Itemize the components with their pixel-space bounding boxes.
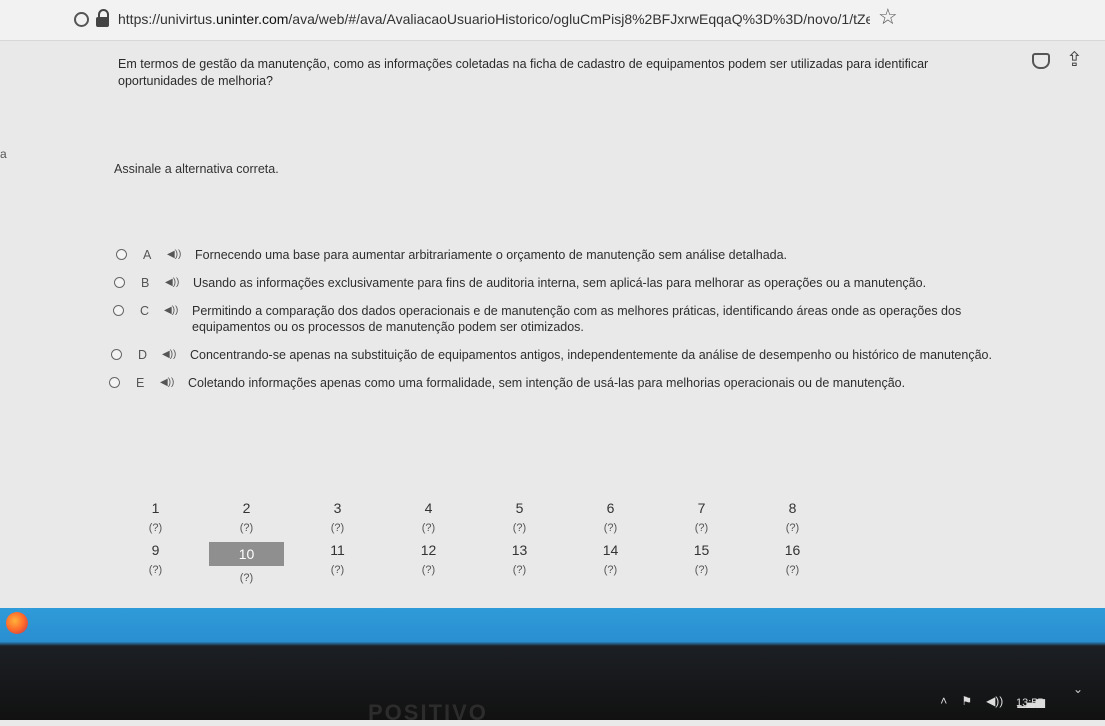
question-number: 6 xyxy=(606,500,615,516)
taskbar xyxy=(0,608,1105,720)
option-d[interactable]: D ◀)) Concentrando-se apenas na substitu… xyxy=(111,347,1036,363)
question-nav-item[interactable]: 14 (?) xyxy=(565,542,656,580)
question-status: (?) xyxy=(148,522,163,534)
chevron-down-icon[interactable]: ⌄ xyxy=(1073,682,1083,696)
question-nav-item[interactable]: 15 (?) xyxy=(656,542,747,580)
lock-icon[interactable] xyxy=(96,9,110,27)
question-nav-item[interactable]: 1 (?) xyxy=(110,500,201,538)
question-nav-item[interactable]: 16 (?) xyxy=(747,542,838,580)
question-nav-item[interactable]: 6 (?) xyxy=(565,500,656,538)
question-number: 14 xyxy=(602,542,619,558)
question-number: 8 xyxy=(788,500,797,516)
question-status: (?) xyxy=(421,564,436,576)
question-number: 15 xyxy=(693,542,710,558)
option-letter: E xyxy=(136,376,145,390)
option-letter: D xyxy=(138,348,148,362)
question-nav-item[interactable]: 9 (?) xyxy=(110,542,201,580)
firefox-icon[interactable] xyxy=(6,612,28,634)
question-nav-item[interactable]: 8 (?) xyxy=(747,500,838,538)
question-number: 16 xyxy=(784,542,801,558)
question-status: (?) xyxy=(694,522,709,534)
option-text: Usando as informações exclusivamente par… xyxy=(193,276,927,290)
question-status: (?) xyxy=(694,564,709,576)
question-status: (?) xyxy=(148,564,163,576)
question-nav-item[interactable]: 7 (?) xyxy=(656,500,747,538)
question-number: 7 xyxy=(697,500,706,516)
question-text: Em termos de gestão da manutenção, como … xyxy=(118,57,929,88)
option-a[interactable]: A ◀)) Fornecendo uma base para aumentar … xyxy=(116,247,1036,263)
question-status: (?) xyxy=(512,522,527,534)
option-text: Fornecendo uma base para aumentar arbitr… xyxy=(195,248,788,262)
url-host: uninter.com xyxy=(216,11,289,27)
question-status: (?) xyxy=(239,522,254,534)
pocket-icon[interactable] xyxy=(1032,53,1050,69)
speaker-icon[interactable]: ◀)) xyxy=(162,347,190,363)
question-nav-item[interactable]: 2 (?) xyxy=(201,500,292,538)
url-path: /ava/web/#/ava/AvaliacaoUsuarioHistorico… xyxy=(288,11,870,27)
option-c[interactable]: C ◀)) Permitindo a comparação dos dados … xyxy=(113,303,1036,335)
option-text: Permitindo a comparação dos dados operac… xyxy=(192,304,962,334)
option-e[interactable]: E ◀)) Coletando informações apenas como … xyxy=(109,375,1036,391)
address-bar[interactable]: https://univirtus.uninter.com/ava/web/#/… xyxy=(118,11,870,27)
speaker-icon[interactable]: ◀)) xyxy=(160,375,188,391)
question-navigator: 1 (?) 2 (?) 3 (?) 4 (?) 5 (?) 6 (?) 7 (?) 8 (?) … xyxy=(110,500,838,584)
browser-toolbar: https://univirtus.uninter.com/ava/web/#/… xyxy=(0,0,1105,41)
question-number: 4 xyxy=(424,500,433,516)
speaker-icon[interactable]: ◀)) xyxy=(167,247,195,263)
question-status: (?) xyxy=(421,522,436,534)
question-status: (?) xyxy=(785,522,800,534)
chevron-up-icon[interactable]: ˄ xyxy=(940,694,947,708)
question-status: (?) xyxy=(603,564,618,576)
question-status: (?) xyxy=(330,522,345,534)
site-info-icon[interactable] xyxy=(74,12,89,27)
radio-button[interactable] xyxy=(111,349,122,360)
bookmark-star-icon[interactable]: ☆ xyxy=(878,4,898,30)
question-nav-item[interactable]: 13 (?) xyxy=(474,542,565,580)
radio-button[interactable] xyxy=(113,305,124,316)
question-status: (?) xyxy=(603,522,618,534)
laptop-brand: POSITIVO xyxy=(368,700,488,725)
question-number: 12 xyxy=(420,542,437,558)
url-prefix: https://univirtus. xyxy=(118,11,217,27)
option-letter: A xyxy=(143,248,152,262)
option-letter: B xyxy=(141,276,150,290)
question-number: 2 xyxy=(242,500,251,516)
question-number: 1 xyxy=(151,500,160,516)
question-number: 5 xyxy=(515,500,524,516)
option-letter: C xyxy=(140,304,150,318)
extension-icon[interactable]: ⇪ xyxy=(1066,47,1083,72)
question-number: 9 xyxy=(151,542,160,558)
clock[interactable]: 13:55 xyxy=(1016,697,1044,709)
radio-button[interactable] xyxy=(114,277,125,288)
flag-icon[interactable]: ⚑ xyxy=(961,694,972,708)
option-text: Concentrando-se apenas na substituição d… xyxy=(190,348,992,362)
question-nav-item[interactable]: 12 (?) xyxy=(383,542,474,580)
option-b[interactable]: B ◀)) Usando as informações exclusivamen… xyxy=(114,275,1036,291)
question-nav-item-current[interactable]: 10 (?) xyxy=(201,542,292,584)
question-status: (?) xyxy=(512,564,527,576)
question-status: (?) xyxy=(239,572,254,584)
speaker-icon[interactable]: ◀)) xyxy=(164,303,192,319)
question-nav-item[interactable]: 5 (?) xyxy=(474,500,565,538)
radio-button[interactable] xyxy=(109,377,120,388)
radio-button[interactable] xyxy=(116,249,127,260)
volume-icon[interactable]: ◀)) xyxy=(986,694,1003,708)
question-nav-item[interactable]: 4 (?) xyxy=(383,500,474,538)
answer-options: A ◀)) Fornecendo uma base para aumentar … xyxy=(109,247,1036,403)
option-text: Coletando informações apenas como uma fo… xyxy=(188,376,906,390)
question-status: (?) xyxy=(330,564,345,576)
question-status: (?) xyxy=(785,564,800,576)
question-number: 3 xyxy=(333,500,342,516)
question-number: 10 xyxy=(209,542,284,566)
speaker-icon[interactable]: ◀)) xyxy=(165,275,193,291)
question-number: 11 xyxy=(330,542,345,558)
side-label: a xyxy=(0,147,7,161)
question-nav-item[interactable]: 3 (?) xyxy=(292,500,383,538)
question-nav-item[interactable]: 11 (?) xyxy=(292,542,383,580)
question-number: 13 xyxy=(511,542,528,558)
instruction-text: Assinale a alternativa correta. xyxy=(114,162,279,176)
